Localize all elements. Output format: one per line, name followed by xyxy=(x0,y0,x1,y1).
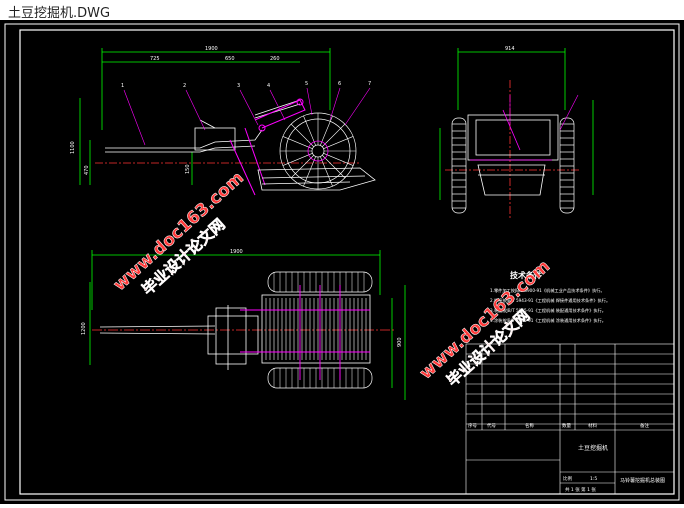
dim-plan-width-b: 900 xyxy=(397,337,403,347)
dim-height-a: 470 xyxy=(84,165,90,175)
window-title: 土豆挖掘机.DWG xyxy=(8,6,111,21)
part-label-3: 3 xyxy=(237,83,240,89)
dim-plan-length: 1900 xyxy=(230,249,243,255)
dim-len-a: 725 xyxy=(150,56,160,62)
dim-height-b: 150 xyxy=(185,164,191,174)
col-note: 备注 xyxy=(640,422,649,429)
dim-len-b: 650 xyxy=(225,56,235,62)
side-view: 1900 725 650 260 1100 470 150 1 2 3 4 5 … xyxy=(70,46,376,196)
part-label-4: 4 xyxy=(267,83,270,89)
part-label-2: 2 xyxy=(183,83,186,89)
sheet-count: 共 1 张 第 1 张 xyxy=(565,486,596,493)
col-name: 名称 xyxy=(525,422,534,429)
dim-overall-length: 1900 xyxy=(205,46,218,52)
title-block xyxy=(465,343,675,495)
scale-label: 比例 xyxy=(563,475,572,482)
col-material: 材料 xyxy=(588,422,597,429)
watermark-lower: www.doc163.com 毕业设计论文网 xyxy=(416,256,555,390)
dim-plan-width-a: 1200 xyxy=(81,322,87,335)
dim-rear-width: 914 xyxy=(505,46,515,52)
cad-drawing: 1900 725 650 260 1100 470 150 1 2 3 4 5 … xyxy=(4,23,680,501)
drawing-name: 土豆挖掘机 xyxy=(578,444,608,452)
col-code: 代号 xyxy=(487,422,496,429)
part-label-7: 7 xyxy=(368,81,371,87)
col-qty: 数量 xyxy=(562,422,571,429)
watermark-url-1: www.doc163.com xyxy=(110,168,248,295)
dim-height-total: 1100 xyxy=(70,141,76,154)
part-label-1: 1 xyxy=(121,83,124,89)
window-titlebar: 土豆挖掘机.DWG xyxy=(0,0,684,21)
drawing-canvas[interactable]: 1900 725 650 260 1100 470 150 1 2 3 4 5 … xyxy=(0,20,684,504)
drawing-title: 马铃薯挖掘机总装图 xyxy=(620,477,665,484)
col-seq: 序号 xyxy=(468,422,477,429)
watermark-upper: www.doc163.com 毕业设计论文网 xyxy=(109,168,248,299)
rear-view: 914 xyxy=(439,46,594,220)
dim-len-c: 260 xyxy=(270,56,280,62)
part-label-6: 6 xyxy=(338,81,341,87)
scale-value: 1:5 xyxy=(590,476,597,482)
part-label-5: 5 xyxy=(305,81,308,87)
